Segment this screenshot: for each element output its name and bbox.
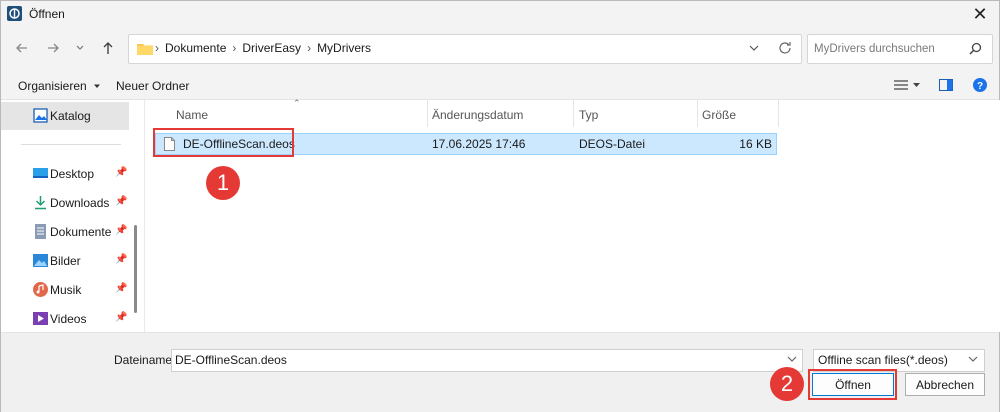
open-file-dialog: Öffnen ✕ › Dokumente › DriverEasy › MyDr…	[0, 0, 1000, 412]
pictures-icon	[33, 254, 48, 267]
help-icon[interactable]: ?	[973, 78, 987, 92]
folder-icon	[137, 44, 153, 55]
sidebar-item-label: Downloads	[50, 196, 110, 210]
search-placeholder[interactable]: MyDrivers durchsuchen	[814, 43, 935, 55]
address-bar[interactable]: › Dokumente › DriverEasy › MyDrivers	[128, 34, 802, 64]
step-badge-2: 2	[770, 367, 804, 401]
filter-dropdown-chevron-icon[interactable]	[967, 353, 979, 365]
new-folder-button[interactable]: Neuer Ordner	[116, 79, 189, 93]
breadcrumb-mydrivers[interactable]: MyDrivers	[317, 41, 371, 55]
preview-pane-icon[interactable]	[939, 79, 953, 91]
filename-value[interactable]: DE-OfflineScan.deos	[175, 353, 287, 367]
command-bar: Organisieren Neuer Ordner ?	[1, 71, 999, 100]
cancel-button[interactable]: Abbrechen	[905, 373, 985, 396]
search-box[interactable]: MyDrivers durchsuchen	[807, 34, 993, 64]
view-options-icon[interactable]	[894, 80, 908, 90]
sidebar-item-desktop[interactable]: Desktop 📌	[1, 160, 129, 188]
app-icon	[7, 6, 22, 21]
gallery-icon	[33, 108, 48, 123]
sidebar-item-downloads[interactable]: Downloads 📌	[1, 189, 129, 217]
sidebar-item-musik[interactable]: Musik 📌	[1, 276, 129, 304]
pin-icon[interactable]: 📌	[115, 167, 127, 178]
window-title: Öffnen	[29, 7, 65, 21]
pin-icon[interactable]: 📌	[115, 254, 127, 265]
close-icon[interactable]: ✕	[969, 3, 991, 25]
sidebar-item-label: Desktop	[50, 167, 95, 181]
filter-value: Offline scan files(*.deos)	[818, 353, 948, 367]
sidebar-scrollbar[interactable]	[134, 225, 137, 313]
file-type: DEOS-Datei	[579, 137, 646, 151]
sidebar-item-label: Dokumente	[50, 225, 112, 239]
caret-down-icon	[94, 84, 101, 88]
column-separator[interactable]	[778, 100, 779, 127]
address-dropdown-chevron-icon[interactable]	[747, 41, 761, 55]
sidebar-item-label: Katalog	[50, 109, 91, 123]
forward-arrow-icon[interactable]	[41, 36, 65, 60]
sidebar-item-katalog[interactable]: Katalog	[1, 102, 129, 130]
organize-label: Organisieren	[18, 79, 87, 93]
sidebar-item-bilder[interactable]: Bilder 📌	[1, 247, 129, 275]
breadcrumb-drivereasy[interactable]: DriverEasy	[242, 41, 301, 55]
breadcrumb-separator: ›	[232, 41, 237, 55]
step-badge-1: 1	[206, 166, 240, 200]
navigation-pane: Katalog Desktop 📌 Downloads 📌 Dokumente …	[1, 100, 141, 332]
file-size: 16 KB	[739, 137, 772, 151]
column-header-date[interactable]: Änderungsdatum	[432, 108, 523, 134]
organize-menu-button[interactable]: Organisieren	[18, 79, 101, 93]
breadcrumb-separator: ›	[155, 41, 159, 55]
desktop-icon	[33, 168, 48, 178]
videos-icon	[33, 312, 48, 325]
pin-icon[interactable]: 📌	[115, 312, 127, 323]
title-bar: Öffnen ✕	[1, 1, 999, 27]
filename-label: Dateiname:	[114, 353, 176, 367]
sidebar-divider	[21, 144, 121, 145]
music-icon	[33, 282, 48, 297]
sort-ascending-icon: ⌃	[293, 98, 301, 108]
back-arrow-icon[interactable]	[10, 36, 34, 60]
filename-field[interactable]: DE-OfflineScan.deos	[171, 349, 803, 372]
sidebar-item-label: Bilder	[50, 254, 81, 268]
sidebar-item-label: Videos	[50, 312, 87, 326]
highlight-box-file	[153, 128, 294, 157]
breadcrumb: › Dokumente › DriverEasy › MyDrivers	[155, 41, 371, 55]
column-separator[interactable]	[697, 100, 698, 127]
column-separator[interactable]	[573, 100, 574, 127]
svg-text:?: ?	[977, 81, 983, 92]
up-arrow-icon[interactable]	[96, 36, 120, 60]
download-icon	[35, 196, 46, 210]
sidebar-item-label: Musik	[50, 283, 82, 297]
recent-locations-chevron-icon[interactable]	[68, 36, 92, 60]
file-modified: 17.06.2025 17:46	[432, 137, 526, 151]
filename-dropdown-chevron-icon[interactable]	[786, 353, 798, 365]
sidebar-item-dokumente[interactable]: Dokumente 📌	[1, 218, 129, 246]
search-icon[interactable]	[969, 42, 982, 55]
breadcrumb-dokumente[interactable]: Dokumente	[165, 41, 226, 55]
breadcrumb-separator: ›	[307, 41, 312, 55]
pin-icon[interactable]: 📌	[115, 196, 127, 207]
highlight-box-open	[808, 369, 897, 400]
documents-icon	[35, 224, 46, 239]
column-header-size[interactable]: Größe	[702, 108, 736, 134]
sidebar-item-videos[interactable]: Videos 📌	[1, 305, 129, 333]
pin-icon[interactable]: 📌	[115, 225, 127, 236]
refresh-icon[interactable]	[777, 40, 793, 56]
pin-icon[interactable]: 📌	[115, 283, 127, 294]
view-dropdown-caret-icon[interactable]	[913, 83, 920, 88]
column-separator[interactable]	[427, 100, 428, 127]
column-header-type[interactable]: Typ	[579, 108, 598, 134]
